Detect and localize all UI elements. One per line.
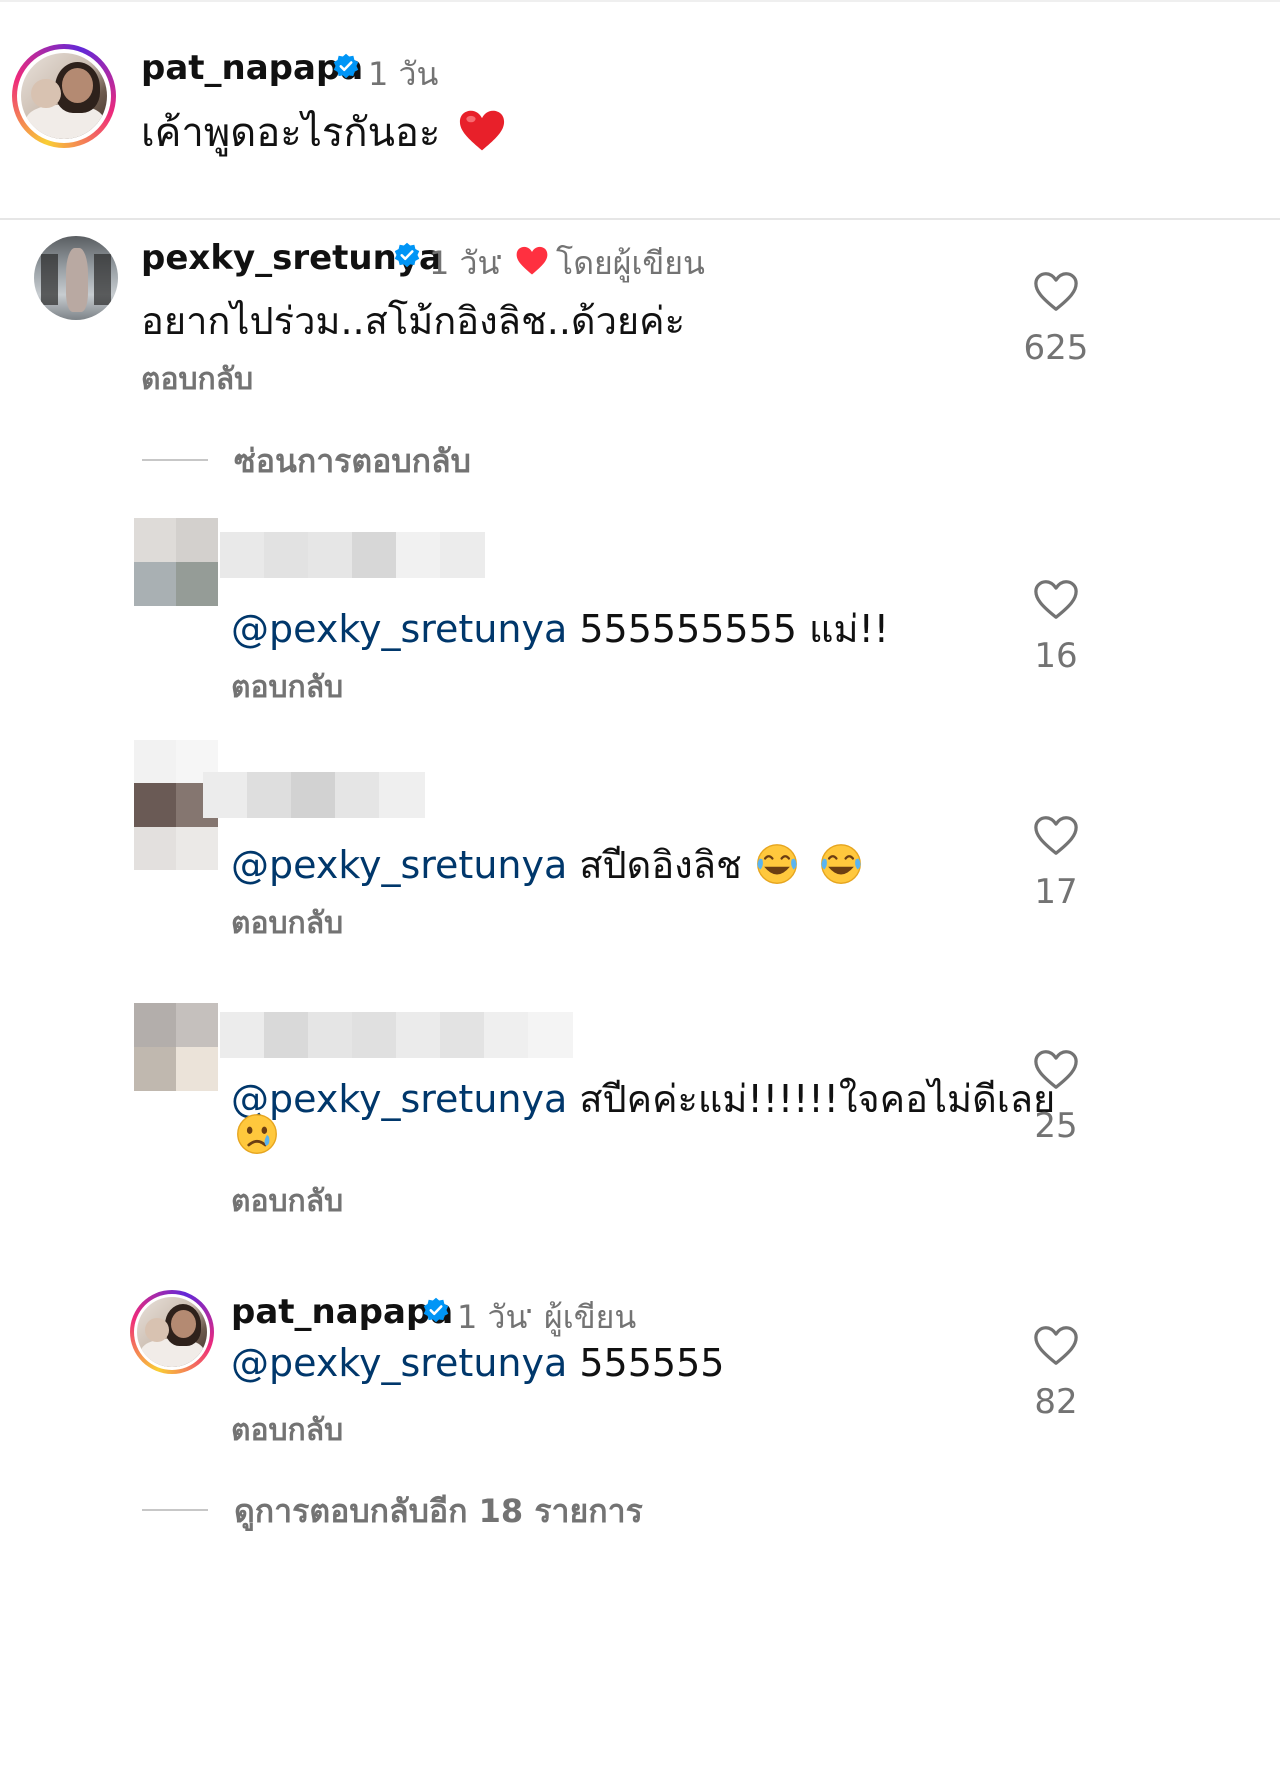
comment-author-avatar[interactable] [34, 236, 118, 320]
reply-like-count: 17 [1034, 872, 1078, 912]
reply-text: @pexky_sretunya สปีดอิงลิช [231, 834, 864, 895]
reply-username-blurred[interactable] [220, 532, 485, 578]
caption-username[interactable]: pat_napapa [141, 48, 363, 88]
verified-badge-icon [333, 53, 359, 79]
reply-mention[interactable]: @pexky_sretunya [231, 607, 567, 651]
reply-text-content: 555555555 แม่!! [567, 607, 890, 651]
author-role-label: ผู้เขียน [544, 1298, 637, 1336]
caption-text: เค้าพูดอะไรกันอะ [141, 100, 505, 164]
comment-time: 1 วัน [429, 244, 500, 282]
author-reply-avatar[interactable] [130, 1290, 214, 1374]
author-reply-like-button[interactable]: 82 [1016, 1324, 1096, 1422]
reply-text-content: สปีคค่ะแม่!!!!!!ใจคอไม่ดีเลย [567, 1077, 1056, 1121]
reply-reply-button[interactable]: ตอบกลับ [231, 664, 343, 711]
author-reply-text-content: 555555 [567, 1341, 725, 1385]
comment-text: อยากไปร่วม..สโม้กอิงลิช..ด้วยค่ะ [141, 299, 686, 343]
heart-outline-icon[interactable] [1033, 1324, 1079, 1368]
hide-replies-button[interactable]: ซ่อนการตอบกลับ [142, 436, 471, 487]
reply-reply-button[interactable]: ตอบกลับ [231, 1178, 343, 1225]
reply-like-count: 16 [1034, 636, 1078, 676]
caption-divider [0, 218, 1280, 220]
reply-like-button[interactable]: 16 [1016, 578, 1096, 676]
view-more-replies-label: ดูการตอบกลับอีก 18 รายการ [234, 1492, 643, 1530]
face-with-tears-of-joy-icon [756, 843, 797, 884]
view-more-replies-button[interactable]: ดูการตอบกลับอีก 18 รายการ [142, 1486, 643, 1537]
reply-reply-button[interactable]: ตอบกลับ [231, 900, 343, 947]
comment-by-author-label: โดยผู้เขียน [556, 244, 705, 282]
reply-like-count: 25 [1034, 1106, 1078, 1146]
comment-like-button[interactable]: 625 [1016, 270, 1096, 368]
reply-mention[interactable]: @pexky_sretunya [231, 843, 567, 887]
author-reply-like-count: 82 [1034, 1382, 1078, 1422]
crying-face-icon [237, 1114, 277, 1154]
face-with-tears-of-joy-icon [821, 843, 861, 884]
comment-separator: · [494, 238, 505, 276]
comment-reply-button[interactable]: ตอบกลับ [141, 356, 253, 403]
author-reply-mention[interactable]: @pexky_sretunya [231, 1341, 567, 1385]
author-reply-reply-button[interactable]: ตอบกลับ [231, 1407, 343, 1454]
reply-like-button[interactable]: 25 [1016, 1048, 1096, 1146]
post-caption: pat_napapa 1 วัน เค้าพูดอะไรกันอะ [0, 0, 1280, 220]
heart-outline-icon[interactable] [1033, 270, 1079, 314]
heart-outline-icon[interactable] [1033, 578, 1079, 622]
author-reply-separator: · [524, 1292, 535, 1330]
verified-badge-icon [394, 242, 420, 268]
heart-outline-icon[interactable] [1033, 814, 1079, 858]
reply-text: @pexky_sretunya สปีคค่ะแม่!!!!!!ใจคอไม่ด… [231, 1068, 1055, 1129]
comment-like-count: 625 [1023, 328, 1089, 368]
reply-username-blurred[interactable] [203, 772, 425, 818]
reply-text: @pexky_sretunya 555555555 แม่!! [231, 598, 889, 659]
caption-time: 1 วัน [368, 55, 439, 93]
reply-avatar-blurred[interactable] [134, 1003, 218, 1091]
caption-author-avatar[interactable] [12, 44, 116, 148]
author-reply-time: 1 วัน [457, 1298, 528, 1336]
reply-username-blurred[interactable] [220, 1012, 573, 1058]
heart-outline-icon[interactable] [1033, 1048, 1079, 1092]
verified-badge-icon [423, 1297, 449, 1323]
red-heart-icon [460, 110, 505, 151]
red-heart-icon [516, 246, 548, 275]
caption-text-content: เค้าพูดอะไรกันอะ [141, 110, 441, 156]
author-reply-text: @pexky_sretunya 555555 [231, 1341, 724, 1385]
reply-mention[interactable]: @pexky_sretunya [231, 1077, 567, 1121]
author-reply-username[interactable]: pat_napapa [231, 1292, 453, 1332]
reply-like-button[interactable]: 17 [1016, 814, 1096, 912]
reply-text-content: สปีดอิงลิช [567, 843, 742, 887]
reply-avatar-blurred[interactable] [134, 518, 218, 606]
hide-replies-label: ซ่อนการตอบกลับ [234, 442, 471, 480]
